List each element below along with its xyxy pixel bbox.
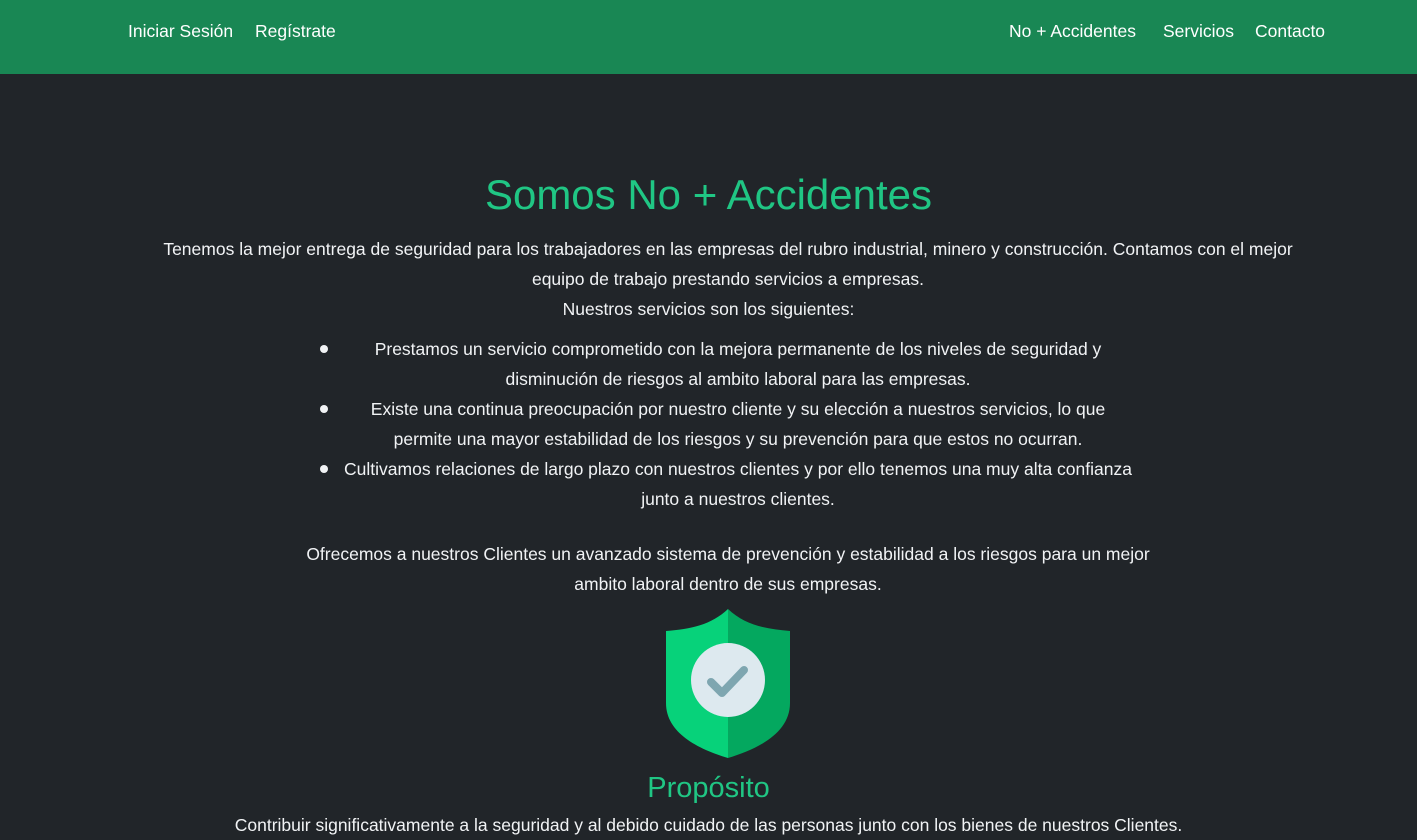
service-item-commitment: Prestamos un servicio comprometido con l… — [316, 334, 1136, 394]
offer-text: Ofrecemos a nuestros Clientes un avanzad… — [306, 544, 1150, 594]
nav-about-link[interactable]: No + Accidentes — [1009, 19, 1136, 43]
intro-text: Tenemos la mejor entrega de seguridad pa… — [163, 239, 1293, 289]
shield-check-icon — [666, 609, 790, 758]
check-circle — [691, 643, 765, 717]
nav-contact-link[interactable]: Contacto — [1255, 19, 1325, 43]
top-navbar: Iniciar Sesión Regístrate No + Accidente… — [0, 0, 1417, 74]
services-list: Prestamos un servicio comprometido con l… — [316, 334, 1136, 514]
service-item-client-care: Existe una continua preocupación por nue… — [316, 394, 1136, 454]
services-heading: Nuestros servicios son los siguientes: — [562, 299, 855, 319]
service-item-relationships: Cultivamos relaciones de largo plazo con… — [316, 454, 1136, 514]
purpose-text: Contribuir significativamente a la segur… — [234, 815, 1183, 835]
nav-services-link[interactable]: Servicios — [1163, 19, 1234, 43]
register-link[interactable]: Regístrate — [255, 19, 336, 43]
page-title: Somos No + Accidentes — [484, 171, 933, 218]
purpose-title: Propósito — [647, 772, 770, 804]
login-link[interactable]: Iniciar Sesión — [128, 19, 233, 43]
